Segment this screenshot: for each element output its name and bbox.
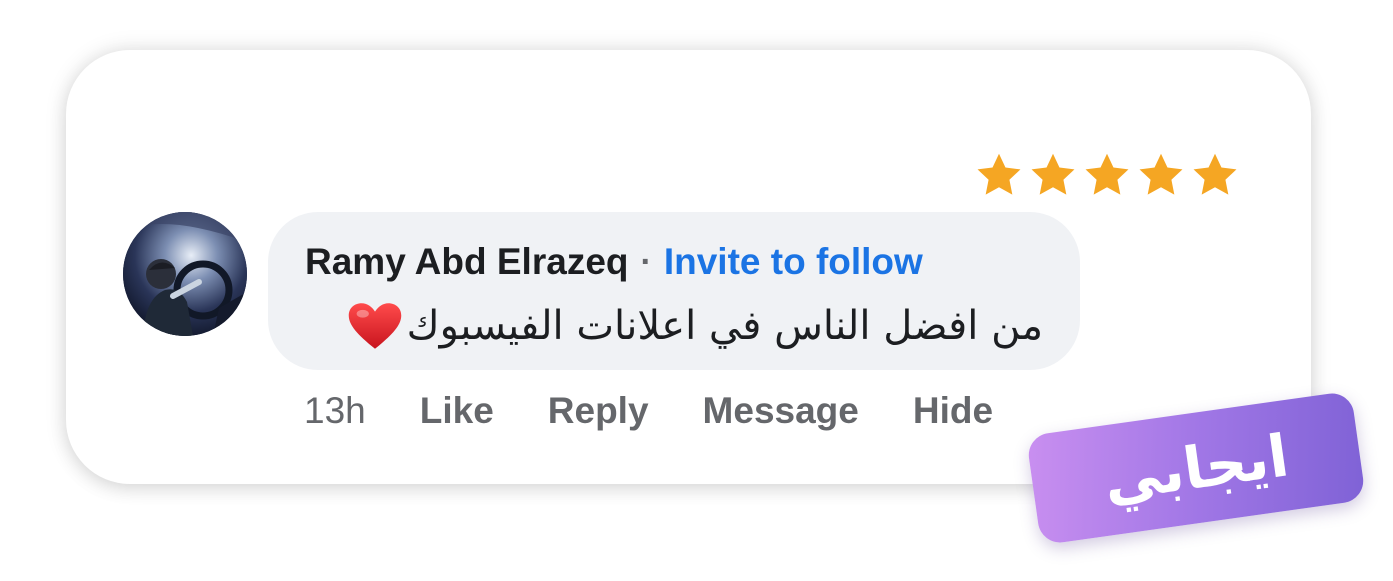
rating-stars	[974, 150, 1240, 200]
invite-to-follow-link[interactable]: Invite to follow	[664, 241, 923, 283]
reply-button[interactable]: Reply	[548, 390, 649, 432]
avatar[interactable]	[123, 212, 247, 336]
comment-header: Ramy Abd Elrazeq · Invite to follow	[305, 239, 923, 285]
star-icon	[977, 153, 1021, 195]
author-name[interactable]: Ramy Abd Elrazeq	[305, 241, 629, 283]
star-icon	[1085, 153, 1129, 195]
star-icon	[1031, 153, 1075, 195]
profile-photo-icon	[123, 212, 247, 336]
star-icon	[1139, 153, 1183, 195]
like-button[interactable]: Like	[420, 390, 494, 432]
red-heart-icon	[348, 303, 401, 349]
separator-dot: ·	[640, 242, 652, 281]
message-button[interactable]: Message	[703, 390, 859, 432]
comment-text: من افضل الناس في اعلانات الفيسبوك	[406, 303, 1043, 349]
timestamp[interactable]: 13h	[304, 390, 366, 432]
sentiment-label: ايجابي	[1099, 421, 1293, 515]
comment-body: من افضل الناس في اعلانات الفيسبوك	[347, 296, 1043, 356]
comment-actions: 13h Like Reply Message Hide	[304, 388, 993, 434]
hide-button[interactable]: Hide	[913, 390, 993, 432]
star-icon	[1193, 153, 1237, 195]
